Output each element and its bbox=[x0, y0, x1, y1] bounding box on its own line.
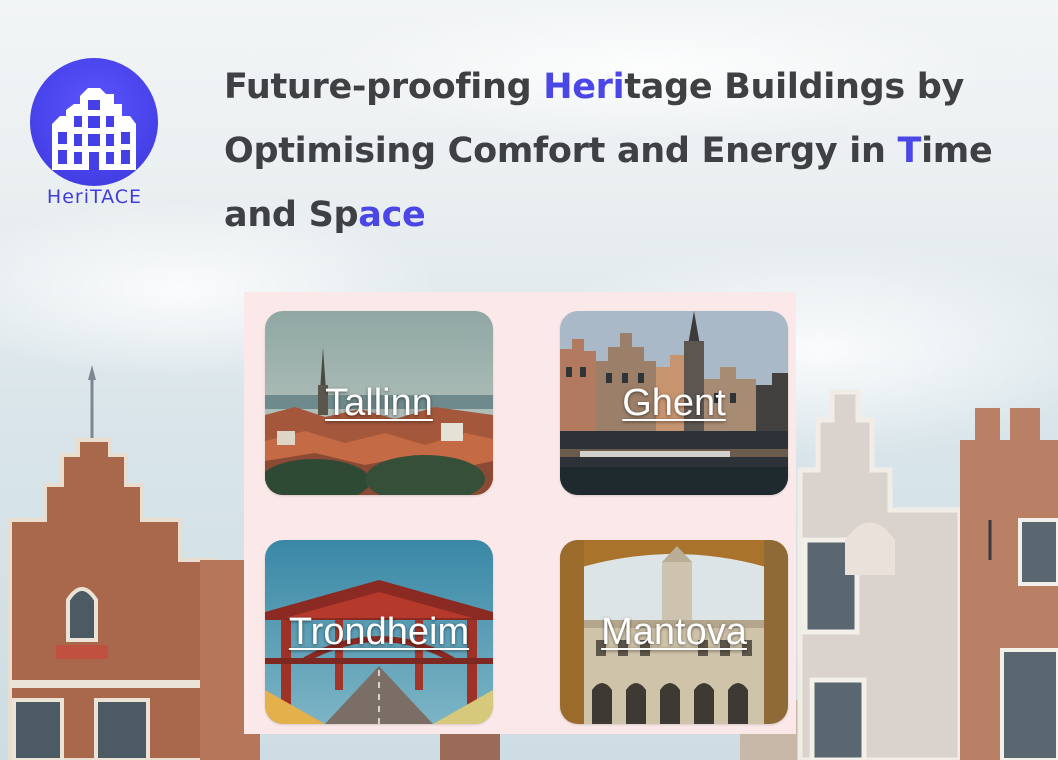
city-link-label: Trondheim bbox=[288, 610, 470, 653]
building-icon bbox=[52, 88, 136, 170]
headline-text: and Sp bbox=[224, 195, 359, 235]
headline-text: tage Buildings by bbox=[624, 67, 965, 107]
headline-text: Optimising Comfort and Energy in bbox=[224, 131, 898, 171]
heritace-logo[interactable]: HeriTACE bbox=[22, 58, 167, 218]
city-card-ghent[interactable]: Ghent bbox=[560, 311, 788, 495]
headline-highlight: T bbox=[897, 131, 922, 171]
city-card-mantova[interactable]: Mantova bbox=[560, 540, 788, 724]
left-gable-building bbox=[8, 365, 217, 760]
city-link-label: Mantova bbox=[601, 610, 747, 653]
city-link-label: Ghent bbox=[622, 381, 726, 424]
logo-wordmark: HeriTACE bbox=[46, 186, 143, 208]
page-headline: Future-proofing Heritage Buildings by Op… bbox=[224, 55, 1044, 247]
city-card-tallinn[interactable]: Tallinn bbox=[265, 311, 493, 495]
city-grid-panel: Tallinn Ghent Trondheim Mantova bbox=[244, 292, 796, 734]
logo-emblem bbox=[30, 58, 158, 186]
headline-text: ime bbox=[921, 131, 993, 171]
headline-text: Future-proofing bbox=[224, 67, 544, 107]
city-card-trondheim[interactable]: Trondheim bbox=[265, 540, 493, 724]
city-link-label: Tallinn bbox=[325, 381, 433, 424]
right-gable-building bbox=[797, 389, 1058, 760]
headline-highlight: Heri bbox=[543, 67, 625, 107]
headline-highlight: ace bbox=[358, 195, 426, 235]
